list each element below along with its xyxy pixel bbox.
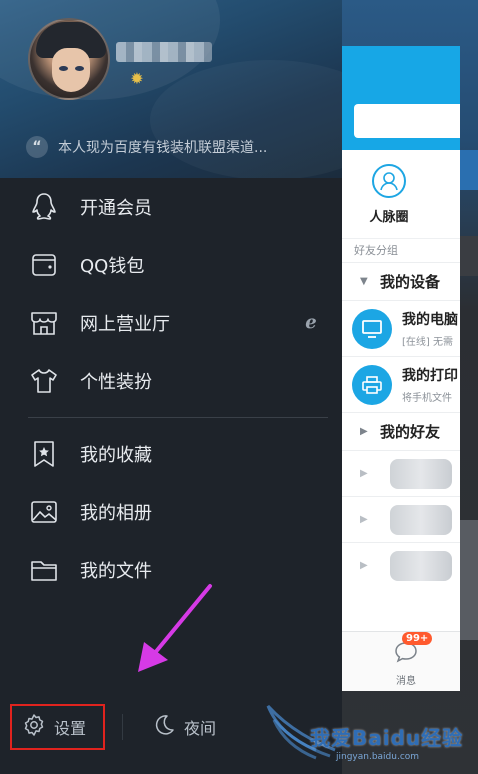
caret-right-icon: ▶ — [360, 468, 368, 479]
menu-item-vip[interactable]: 开通会员 — [0, 178, 342, 236]
menu-item-favorites[interactable]: 我的收藏 — [0, 425, 342, 483]
avatar-eye — [59, 66, 68, 71]
signature-bar[interactable]: “ 本人现为百度有钱装机联盟渠道... — [26, 136, 326, 158]
menu-item-label: 个性装扮 — [80, 372, 152, 393]
contacts-panel-peek[interactable]: 人脉圈 好友分组 ▼ 我的设备 我的电脑 [在线] 无需 我的打印 将手机文件 … — [342, 46, 460, 691]
nickname-blurred[interactable] — [116, 42, 212, 62]
wallet-icon — [28, 249, 60, 281]
night-mode-button[interactable]: 夜间 — [152, 704, 216, 750]
menu-item-label: 开通会员 — [80, 198, 152, 219]
background-stripe — [460, 150, 478, 190]
people-circle-icon — [372, 164, 406, 198]
tshirt-icon — [28, 365, 60, 397]
menu-item-label: 我的收藏 — [80, 445, 152, 466]
menu-item-wallet[interactable]: QQ钱包 — [0, 236, 342, 294]
chat-bubble-icon — [393, 642, 419, 668]
device-name: 我的打印 — [402, 368, 458, 384]
people-circle-entry[interactable]: 人脉圈 — [342, 150, 436, 238]
quote-icon: “ — [26, 136, 48, 158]
avatar-eye — [75, 66, 84, 71]
bottom-tabbar: 99+ 消息 — [342, 631, 460, 691]
search-input[interactable] — [354, 104, 460, 138]
blurred-group-name — [390, 458, 452, 489]
menu-divider — [28, 417, 328, 418]
bookmark-star-icon — [28, 438, 60, 470]
vip-sun-icon[interactable]: ✹ — [128, 70, 146, 88]
moon-icon — [152, 713, 176, 741]
watermark-url: jingyan.baidu.com — [336, 752, 420, 762]
profile-header: ✹ “ 本人现为百度有钱装机联盟渠道... — [0, 0, 342, 178]
background-stripe — [460, 236, 478, 276]
caret-right-icon: ▶ — [360, 560, 368, 571]
penguin-icon — [28, 191, 60, 223]
bottom-divider — [122, 714, 123, 740]
menu-item-label: 我的相册 — [80, 503, 152, 524]
tab-messages[interactable]: 99+ 消息 — [386, 632, 433, 687]
store-icon — [28, 307, 60, 339]
image-icon — [28, 496, 60, 528]
tab-label: 消息 — [396, 676, 416, 687]
device-row-printer[interactable]: 我的打印 将手机文件 — [342, 356, 460, 412]
night-label: 夜间 — [184, 719, 217, 738]
telecom-icon: ℯ — [305, 312, 317, 333]
group-section-title: 好友分组 — [342, 238, 460, 262]
gear-icon — [22, 713, 46, 741]
group-row-blurred[interactable]: ▶ — [342, 496, 460, 542]
menu-item-album[interactable]: 我的相册 — [0, 483, 342, 541]
group-row-blurred[interactable]: ▶ — [342, 450, 460, 496]
baidu-jingyan-watermark: 我爱Baidu经验 jingyan.baidu.com — [266, 690, 478, 774]
group-label: 我的设备 — [380, 273, 441, 291]
blurred-group-name — [390, 504, 452, 535]
signature-text: 本人现为百度有钱装机联盟渠道... — [58, 140, 268, 156]
menu-item-label: QQ钱包 — [80, 256, 145, 277]
device-name: 我的电脑 — [402, 312, 458, 328]
caret-right-icon: ▶ — [360, 514, 368, 525]
background-stripe — [460, 520, 478, 640]
group-row-friends[interactable]: ▶ 我的好友 — [342, 412, 460, 450]
unread-badge: 99+ — [402, 632, 433, 645]
panel-header — [342, 46, 460, 150]
annotation-arrow-icon — [138, 584, 212, 672]
caret-right-icon: ▶ — [360, 426, 368, 437]
folder-icon — [28, 554, 60, 586]
watermark-text: 我爱Baidu经验 — [310, 726, 464, 750]
settings-button[interactable]: 设置 — [10, 704, 105, 750]
avatar-face — [52, 48, 90, 92]
group-label: 我的好友 — [380, 423, 441, 441]
printer-icon — [352, 364, 392, 405]
caret-down-icon: ▼ — [360, 276, 368, 287]
device-status: [在线] 无需 — [402, 337, 453, 348]
drawer-menu: 开通会员 QQ钱包 网上营业厅 ℯ 个性装扮 我的收藏 我的相册 我的文件 — [0, 178, 342, 599]
group-row-blurred[interactable]: ▶ — [342, 542, 460, 588]
menu-item-label: 网上营业厅 — [80, 314, 170, 335]
settings-label: 设置 — [54, 719, 87, 738]
blurred-group-name — [390, 550, 452, 581]
device-row-computer[interactable]: 我的电脑 [在线] 无需 — [342, 300, 460, 356]
people-circle-label: 人脉圈 — [369, 210, 409, 225]
monitor-icon — [352, 308, 392, 349]
group-row-devices[interactable]: ▼ 我的设备 — [342, 262, 460, 300]
device-status: 将手机文件 — [402, 393, 452, 404]
menu-item-personalize[interactable]: 个性装扮 — [0, 352, 342, 410]
menu-item-business-hall[interactable]: 网上营业厅 ℯ — [0, 294, 342, 352]
avatar[interactable] — [28, 18, 110, 100]
